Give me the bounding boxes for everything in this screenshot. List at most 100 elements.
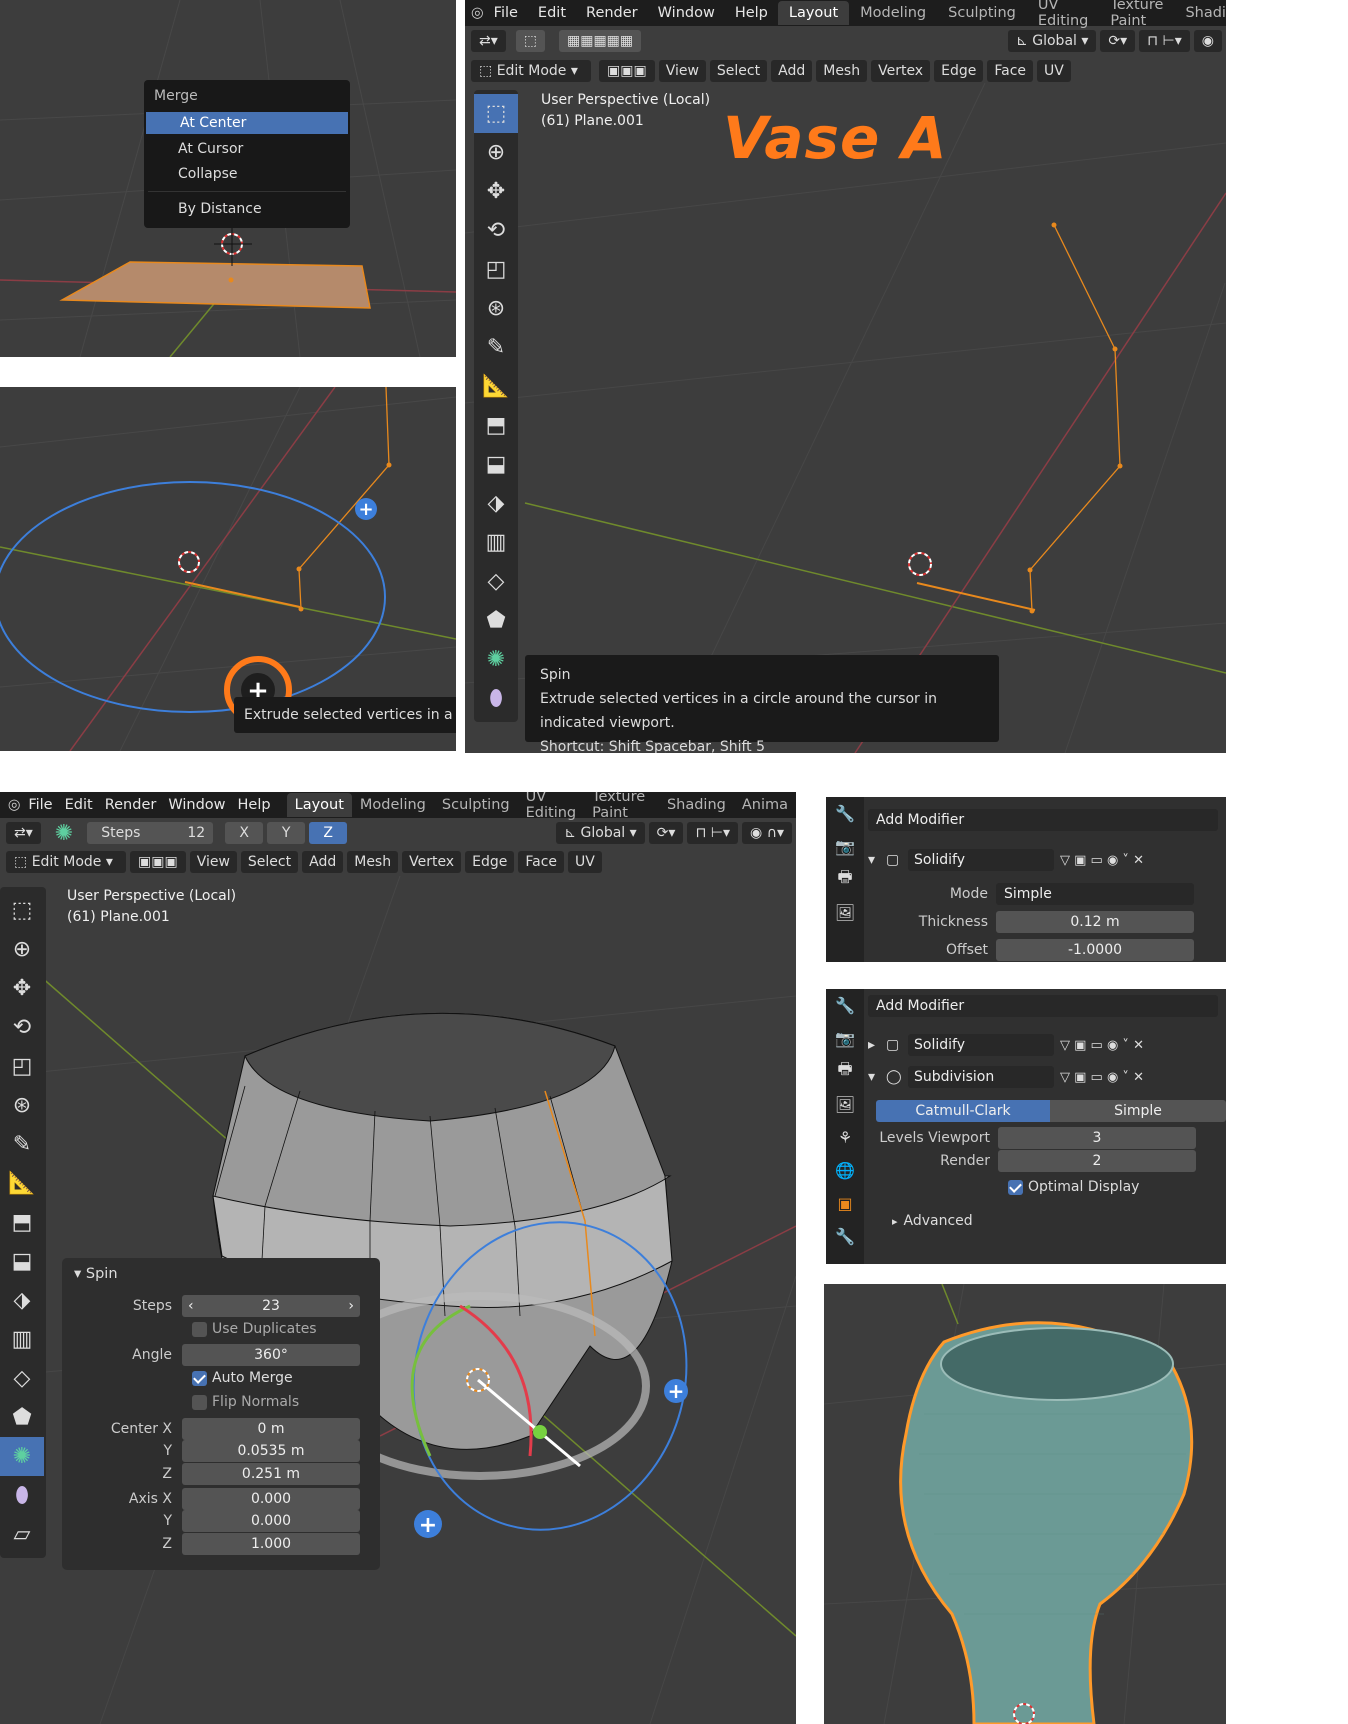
menu-vertex[interactable]: Vertex <box>402 851 462 873</box>
menu-vertex[interactable]: Vertex <box>871 60 931 82</box>
axis-y-button[interactable]: Y <box>267 822 306 844</box>
modifier-name-field[interactable]: Solidify <box>908 849 1054 871</box>
menu-edge[interactable]: Edge <box>465 851 515 873</box>
modifier-toggle-icons[interactable]: ▽ ▣ ▭ ◉ ˅ ✕ <box>1060 1038 1144 1053</box>
object-tab-icon[interactable]: ▣ <box>826 1187 864 1220</box>
extrude-tool-icon[interactable]: ⬒ <box>0 1203 44 1242</box>
menu-view[interactable]: View <box>189 851 237 873</box>
menu-edge[interactable]: Edge <box>934 60 984 82</box>
move-tool-icon[interactable]: ✥ <box>0 969 44 1008</box>
menu-file[interactable]: File <box>484 5 528 21</box>
catmull-clark-button[interactable]: Catmull-Clark <box>876 1100 1050 1122</box>
annotate-tool-icon[interactable]: ✎ <box>0 1125 44 1164</box>
tab-sculpting[interactable]: Sculpting <box>434 793 518 817</box>
axis-y-field[interactable]: 0.000 <box>182 1510 360 1532</box>
tab-modeling[interactable]: Modeling <box>352 793 434 817</box>
tab-uv-editing[interactable]: UV Editing <box>518 792 585 825</box>
menu-mesh[interactable]: Mesh <box>816 60 868 82</box>
extrude-tool-icon[interactable]: ⬒ <box>474 406 518 445</box>
shear-tool-icon[interactable]: ▱ <box>0 1515 44 1554</box>
scale-tool-icon[interactable]: ◰ <box>0 1047 44 1086</box>
add-modifier-dropdown[interactable]: Add Modifier <box>868 809 1218 831</box>
thickness-field[interactable]: 0.12 m <box>996 911 1194 933</box>
expand-icon[interactable]: ▾ <box>868 1069 886 1085</box>
merge-at-center-item[interactable]: At Center <box>146 112 348 134</box>
output-tab-icon[interactable]: 🖶 <box>826 1055 864 1088</box>
merge-by-distance-item[interactable]: By Distance <box>144 198 350 220</box>
flip-normals-checkbox[interactable] <box>192 1394 207 1410</box>
spin-panel-header[interactable]: ▾ Spin <box>62 1258 380 1290</box>
center-x-field[interactable]: 0 m <box>182 1418 360 1440</box>
tab-uv-editing[interactable]: UV Editing <box>1027 0 1100 33</box>
loopcut-tool-icon[interactable]: ▥ <box>474 523 518 562</box>
scale-tool-icon[interactable]: ◰ <box>474 250 518 289</box>
menu-view[interactable]: View <box>658 60 706 82</box>
inset-tool-icon[interactable]: ⬓ <box>0 1242 44 1281</box>
menu-select[interactable]: Select <box>240 851 299 873</box>
offset-field[interactable]: -1.0000 <box>996 939 1194 961</box>
menu-uv[interactable]: UV <box>1037 60 1071 82</box>
menu-add[interactable]: Add <box>302 851 344 873</box>
tab-animation[interactable]: Anima <box>734 793 796 817</box>
rotate-tool-icon[interactable]: ⟲ <box>0 1008 44 1047</box>
transform-tool-icon[interactable]: ⊛ <box>474 289 518 328</box>
view-layer-tab-icon[interactable]: 🖼 <box>826 1088 864 1121</box>
measure-tool-icon[interactable]: 📐 <box>474 367 518 406</box>
select-mode-toggle[interactable]: ▣▣▣ <box>130 851 186 873</box>
menu-edit[interactable]: Edit <box>59 797 99 813</box>
knife-tool-icon[interactable]: ◇ <box>0 1359 44 1398</box>
pivot-icon[interactable]: ⟳▾ <box>648 822 684 844</box>
tool-tab-icon[interactable]: 🔧 <box>826 797 864 830</box>
tab-texture-paint[interactable]: Texture Paint <box>1099 0 1174 33</box>
bevel-tool-icon[interactable]: ⬗ <box>0 1281 44 1320</box>
rotate-tool-icon[interactable]: ⟲ <box>474 211 518 250</box>
mode-dropdown[interactable]: ⬚ Edit Mode ▾ <box>6 851 126 873</box>
menu-help[interactable]: Help <box>725 5 778 21</box>
menu-help[interactable]: Help <box>232 797 277 813</box>
cursor-tool-icon[interactable]: ⊕ <box>0 930 44 969</box>
menu-file[interactable]: File <box>22 797 58 813</box>
tab-texture-paint[interactable]: Texture Paint <box>584 792 659 825</box>
mode-dropdown[interactable]: Simple <box>996 883 1194 905</box>
angle-field[interactable]: 360° <box>182 1344 360 1366</box>
knife-tool-icon[interactable]: ◇ <box>474 562 518 601</box>
polybuild-tool-icon[interactable]: ⬟ <box>0 1398 44 1437</box>
blender-logo-icon[interactable]: ◎ <box>471 0 484 26</box>
move-tool-icon[interactable]: ✥ <box>474 172 518 211</box>
menu-uv[interactable]: UV <box>568 851 602 873</box>
select-tool-icon[interactable]: ⬚ <box>515 30 545 52</box>
render-tab-icon[interactable]: 📷 <box>826 1022 864 1055</box>
tab-sculpting[interactable]: Sculpting <box>937 1 1027 25</box>
bevel-tool-icon[interactable]: ⬗ <box>474 484 518 523</box>
axis-x-field[interactable]: 0.000 <box>182 1488 360 1510</box>
polybuild-tool-icon[interactable]: ⬟ <box>474 601 518 640</box>
view-layer-tab-icon[interactable]: 🖼 <box>826 896 864 929</box>
tab-shading[interactable]: Shading <box>659 793 734 817</box>
loopcut-tool-icon[interactable]: ▥ <box>0 1320 44 1359</box>
levels-viewport-field[interactable]: 3 <box>998 1127 1196 1149</box>
collapse-icon[interactable]: ▸ <box>868 1037 886 1053</box>
transform-pivot-icon[interactable]: ⇄▾ <box>471 30 506 52</box>
proportional-edit-icon[interactable]: ◉ <box>1193 30 1222 52</box>
menu-window[interactable]: Window <box>162 797 231 813</box>
menu-window[interactable]: Window <box>648 5 725 21</box>
menu-face[interactable]: Face <box>518 851 565 873</box>
use-duplicates-checkbox[interactable] <box>192 1321 207 1337</box>
proportional-edit-icon[interactable]: ◉ ∩▾ <box>742 822 792 844</box>
orientation-dropdown[interactable]: ⊾ Global ▾ <box>556 822 645 844</box>
subdivision-name-field[interactable]: Subdivision <box>908 1066 1054 1088</box>
pivot-icon[interactable]: ⟳▾ <box>1100 30 1136 52</box>
menu-render[interactable]: Render <box>576 5 648 21</box>
cursor-tool-icon[interactable]: ⊕ <box>474 133 518 172</box>
tab-shading[interactable]: Shading <box>1174 1 1226 25</box>
world-tab-icon[interactable]: 🌐 <box>826 1154 864 1187</box>
select-box-icon[interactable]: ⬚ <box>0 891 44 930</box>
menu-select[interactable]: Select <box>709 60 768 82</box>
menu-edit[interactable]: Edit <box>528 5 576 21</box>
solidify-name-field[interactable]: Solidify <box>908 1034 1054 1056</box>
spin-gizmo-viewport[interactable]: + + Extrude selected vertices in a circl… <box>0 387 456 751</box>
optimal-display-checkbox[interactable] <box>1008 1179 1023 1195</box>
merge-collapse-item[interactable]: Collapse <box>144 163 350 185</box>
spin-tool-icon[interactable]: ✺ <box>474 640 518 679</box>
modifier-tab-icon[interactable]: 🔧 <box>826 1220 864 1253</box>
